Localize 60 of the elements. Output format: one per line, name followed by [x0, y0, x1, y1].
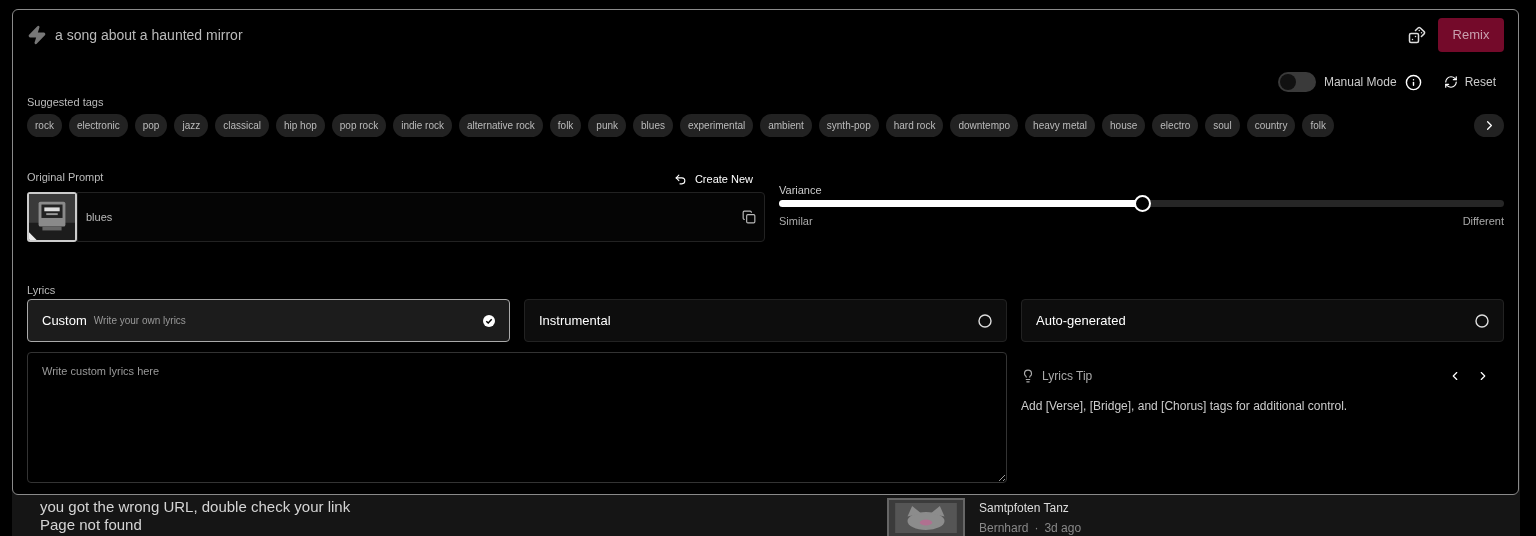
tag-chip[interactable]: hip hop: [276, 114, 325, 137]
tag-chip[interactable]: downtempo: [950, 114, 1019, 137]
tag-chip[interactable]: jazz: [174, 114, 209, 137]
min-label: Similar: [779, 214, 813, 229]
section-label: Original Prompt: [27, 169, 104, 185]
page-text: you got the wrong URL, double check your link: [40, 498, 351, 516]
tag-chip[interactable]: blues: [633, 114, 673, 137]
prompt-text: a song about a haunted mirror: [55, 25, 243, 45]
section-label: Lyrics: [27, 283, 57, 298]
section-label: Suggested tags: [27, 95, 105, 110]
separator-dot: ·: [1034, 520, 1039, 536]
song-author[interactable]: Bernhard: [979, 518, 1029, 536]
tag-chip[interactable]: pop: [134, 114, 168, 137]
max-label: Different: [1462, 214, 1504, 229]
lyrics-input-field[interactable]: Write custom lyrics here: [27, 352, 1007, 483]
tag-chip[interactable]: punk: [588, 114, 627, 137]
tip-title: Lyrics Tip: [1042, 368, 1093, 385]
tag-chip[interactable]: rock: [27, 114, 62, 137]
lightning-icon: [27, 25, 47, 45]
variance-label: Variance: [779, 183, 823, 198]
tag-chip[interactable]: classical: [215, 114, 269, 137]
song-age: 3d ago: [1044, 520, 1082, 536]
tag-chip[interactable]: heavy metal: [1025, 114, 1096, 137]
lyrics-option[interactable]: Custom Write your own lyrics: [27, 299, 510, 342]
radio-circle-icon: [1475, 313, 1489, 328]
manual-mode-label: Manual Mode: [1323, 74, 1397, 91]
tag-chip[interactable]: alternative rock: [459, 114, 543, 137]
copy-icon[interactable]: [742, 210, 756, 224]
radio-circle-icon: [978, 313, 992, 328]
tag-chip[interactable]: electro: [1152, 114, 1199, 137]
reset-button[interactable]: Reset: [1443, 73, 1496, 91]
lightbulb-icon: [1021, 369, 1035, 383]
tag-chip[interactable]: country: [1246, 114, 1296, 137]
tag-chip[interactable]: ambient: [760, 114, 812, 137]
tag-chip[interactable]: electronic: [68, 114, 128, 137]
undo-icon: [673, 172, 687, 186]
tag-chip[interactable]: soul: [1205, 114, 1240, 137]
info-icon[interactable]: [1404, 73, 1422, 91]
check-circle-icon: [483, 314, 495, 327]
tip-text: Add [Verse], [Bridge], and [Chorus] tags for additional control.: [1021, 398, 1349, 415]
tag-chip[interactable]: synth-pop: [818, 114, 879, 137]
tag-chip[interactable]: hard rock: [885, 114, 944, 137]
tag-chip[interactable]: folk: [549, 114, 582, 137]
scroll-right-button[interactable]: [1474, 114, 1504, 137]
tag-chip[interactable]: pop rock: [331, 114, 387, 137]
song-title[interactable]: Samtpfoten Tanz: [979, 498, 1082, 518]
refresh-icon: [1443, 75, 1458, 89]
tag-chip[interactable]: experimental: [679, 114, 754, 137]
page-text: Page not found: [40, 516, 143, 534]
tag-chip[interactable]: indie rock: [393, 114, 452, 137]
tag-chip[interactable]: house: [1102, 114, 1146, 137]
lyrics-option[interactable]: Instrumental: [524, 299, 1007, 342]
original-prompt-field: blues: [77, 192, 765, 242]
slider-thumb[interactable]: [1133, 195, 1151, 212]
dice-button[interactable]: [1408, 26, 1426, 44]
lyrics-option[interactable]: Auto-generated: [1021, 299, 1504, 342]
manual-mode-toggle[interactable]: [1277, 72, 1316, 92]
create-new-button[interactable]: Create New: [673, 170, 753, 188]
remix-button[interactable]: Remix: [1438, 18, 1504, 52]
tag-chip[interactable]: folk: [1302, 114, 1334, 137]
